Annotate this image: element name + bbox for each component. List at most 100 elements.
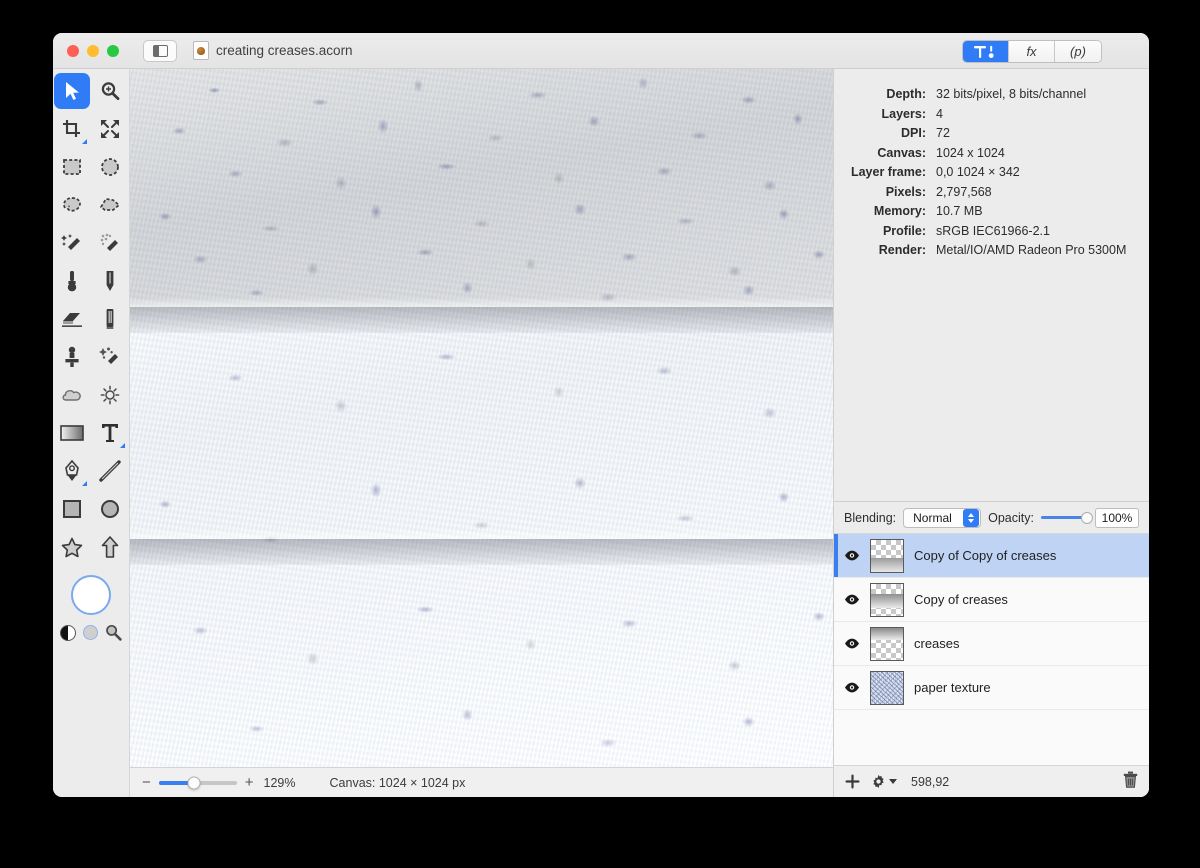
layer-row[interactable]: Copy of creases: [834, 578, 1149, 622]
ellipse-shape-tool[interactable]: [92, 491, 128, 527]
blending-label: Blending:: [844, 510, 897, 525]
layer-settings-menu[interactable]: [871, 774, 897, 789]
maximize-window-button[interactable]: [107, 44, 119, 57]
inspector-tab-bar: fx (p): [962, 40, 1102, 63]
info-key: DPI:: [901, 126, 926, 140]
zoom-tool[interactable]: [92, 73, 128, 109]
bezier-pen-tool[interactable]: [54, 453, 90, 489]
magic-wand-tool[interactable]: [54, 225, 90, 261]
marker-tool[interactable]: [92, 301, 128, 337]
tool-grid: [54, 73, 128, 565]
text-tool[interactable]: [92, 415, 128, 451]
info-row-profile: Profile: sRGB IEC61966-2.1: [834, 224, 1135, 238]
lasso-tool[interactable]: [54, 187, 90, 223]
gradient-tool[interactable]: [54, 415, 90, 451]
dodge-tool[interactable]: [54, 377, 90, 413]
tab-presets[interactable]: (p): [1055, 41, 1101, 62]
opacity-slider[interactable]: [1040, 511, 1093, 524]
text-tool-options-triangle: [120, 443, 125, 448]
blending-mode-select[interactable]: Normal: [903, 507, 982, 528]
info-key: Render:: [878, 243, 926, 257]
minimize-window-button[interactable]: [87, 44, 99, 57]
opacity-label: Opacity:: [988, 510, 1034, 525]
image-info-panel: Depth: 32 bits/pixel, 8 bits/channel Lay…: [834, 69, 1149, 273]
zoom-level-label: 129%: [263, 775, 296, 790]
canvas-size-label: Canvas: 1024 × 1024 px: [329, 775, 466, 790]
opacity-slider-knob[interactable]: [1081, 511, 1093, 524]
smudge-tool[interactable]: [92, 339, 128, 375]
layer-visibility-icon[interactable]: [844, 594, 860, 605]
layer-visibility-icon[interactable]: [844, 550, 860, 561]
pencil-tool[interactable]: [92, 263, 128, 299]
burn-tool[interactable]: [92, 377, 128, 413]
canvas-band-top: [130, 69, 833, 307]
blending-mode-value: Normal: [913, 510, 952, 525]
zoom-slider[interactable]: [158, 776, 237, 789]
layer-visibility-icon[interactable]: [844, 682, 860, 693]
info-row-memory: Memory: 10.7 MB: [834, 204, 1135, 218]
layer-name: creases: [914, 636, 960, 651]
layer-row[interactable]: creases: [834, 622, 1149, 666]
delete-layer-button[interactable]: [1123, 771, 1138, 793]
info-row-depth: Depth: 32 bits/pixel, 8 bits/channel: [834, 87, 1135, 101]
info-value: 4: [936, 106, 943, 121]
info-value: 1024 x 1024: [936, 145, 1005, 160]
traffic-lights: [67, 44, 119, 57]
canvas-scroll-view[interactable]: [130, 69, 833, 767]
transform-tool[interactable]: [92, 111, 128, 147]
document-title: creating creases.acorn: [216, 43, 353, 58]
eraser-tool[interactable]: [54, 301, 90, 337]
chevron-updown-icon: [963, 508, 980, 527]
swap-colors-icon[interactable]: [60, 624, 76, 641]
arrow-shape-tool[interactable]: [92, 529, 128, 565]
clone-stamp-tool[interactable]: [54, 339, 90, 375]
zoom-out-button[interactable]: −: [142, 775, 151, 790]
info-row-dpi: DPI: 72: [834, 126, 1135, 140]
layer-visibility-icon[interactable]: [844, 638, 860, 649]
foreground-color-well[interactable]: [71, 575, 111, 615]
tab-tools[interactable]: [963, 41, 1009, 62]
info-key: Profile:: [882, 223, 926, 238]
star-shape-tool[interactable]: [54, 529, 90, 565]
eyedropper-icon[interactable]: [105, 624, 122, 641]
layer-thumbnail-gradient: [871, 557, 903, 572]
window-body: − + 129% Canvas: 1024 × 1024 px Depth: 3…: [53, 69, 1149, 797]
info-value: 2,797,568: [936, 184, 992, 199]
background-color-well[interactable]: [83, 625, 98, 640]
info-value: 72: [936, 126, 950, 140]
elliptical-select-tool[interactable]: [92, 149, 128, 185]
add-layer-icon[interactable]: [845, 774, 860, 789]
paper-texture-top: [130, 69, 833, 307]
info-value: 0,0 1024 × 342: [936, 165, 1020, 179]
close-window-button[interactable]: [67, 44, 79, 57]
zoom-slider-knob[interactable]: [187, 776, 201, 789]
layer-thumbnail: [870, 626, 904, 661]
move-tool[interactable]: [54, 73, 90, 109]
rectangular-select-tool[interactable]: [54, 149, 90, 185]
crop-tool[interactable]: [54, 111, 90, 147]
layer-row[interactable]: paper texture: [834, 666, 1149, 710]
info-key: Layer frame:: [850, 165, 926, 179]
layer-thumbnail: [870, 582, 904, 617]
tab-filters[interactable]: fx: [1009, 41, 1055, 62]
layer-thumbnail: [870, 670, 904, 705]
window-titlebar: creating creases.acorn fx (p): [53, 33, 1149, 69]
line-tool[interactable]: [92, 453, 128, 489]
info-value: 32 bits/pixel, 8 bits/channel: [936, 87, 1087, 101]
opacity-value-field[interactable]: 100%: [1095, 507, 1139, 528]
paper-texture-middle: [130, 307, 833, 539]
polygon-lasso-tool[interactable]: [92, 187, 128, 223]
sidebar-toggle-button[interactable]: [143, 39, 177, 62]
layer-name: Copy of creases: [914, 592, 1008, 607]
rectangle-shape-tool[interactable]: [54, 491, 90, 527]
canvas-area: − + 129% Canvas: 1024 × 1024 px: [130, 69, 833, 797]
info-row-layer-frame: Layer frame: 0,0 1024 × 342: [834, 165, 1135, 179]
layer-name: Copy of Copy of creases: [914, 548, 1057, 563]
layer-thumbnail-gradient: [871, 593, 903, 608]
info-row-layers: Layers: 4: [834, 107, 1135, 121]
instant-alpha-tool[interactable]: [92, 225, 128, 261]
layer-row[interactable]: Copy of Copy of creases: [834, 534, 1149, 578]
brush-tool[interactable]: [54, 263, 90, 299]
artboard[interactable]: [130, 69, 833, 767]
zoom-in-button[interactable]: +: [245, 775, 254, 790]
